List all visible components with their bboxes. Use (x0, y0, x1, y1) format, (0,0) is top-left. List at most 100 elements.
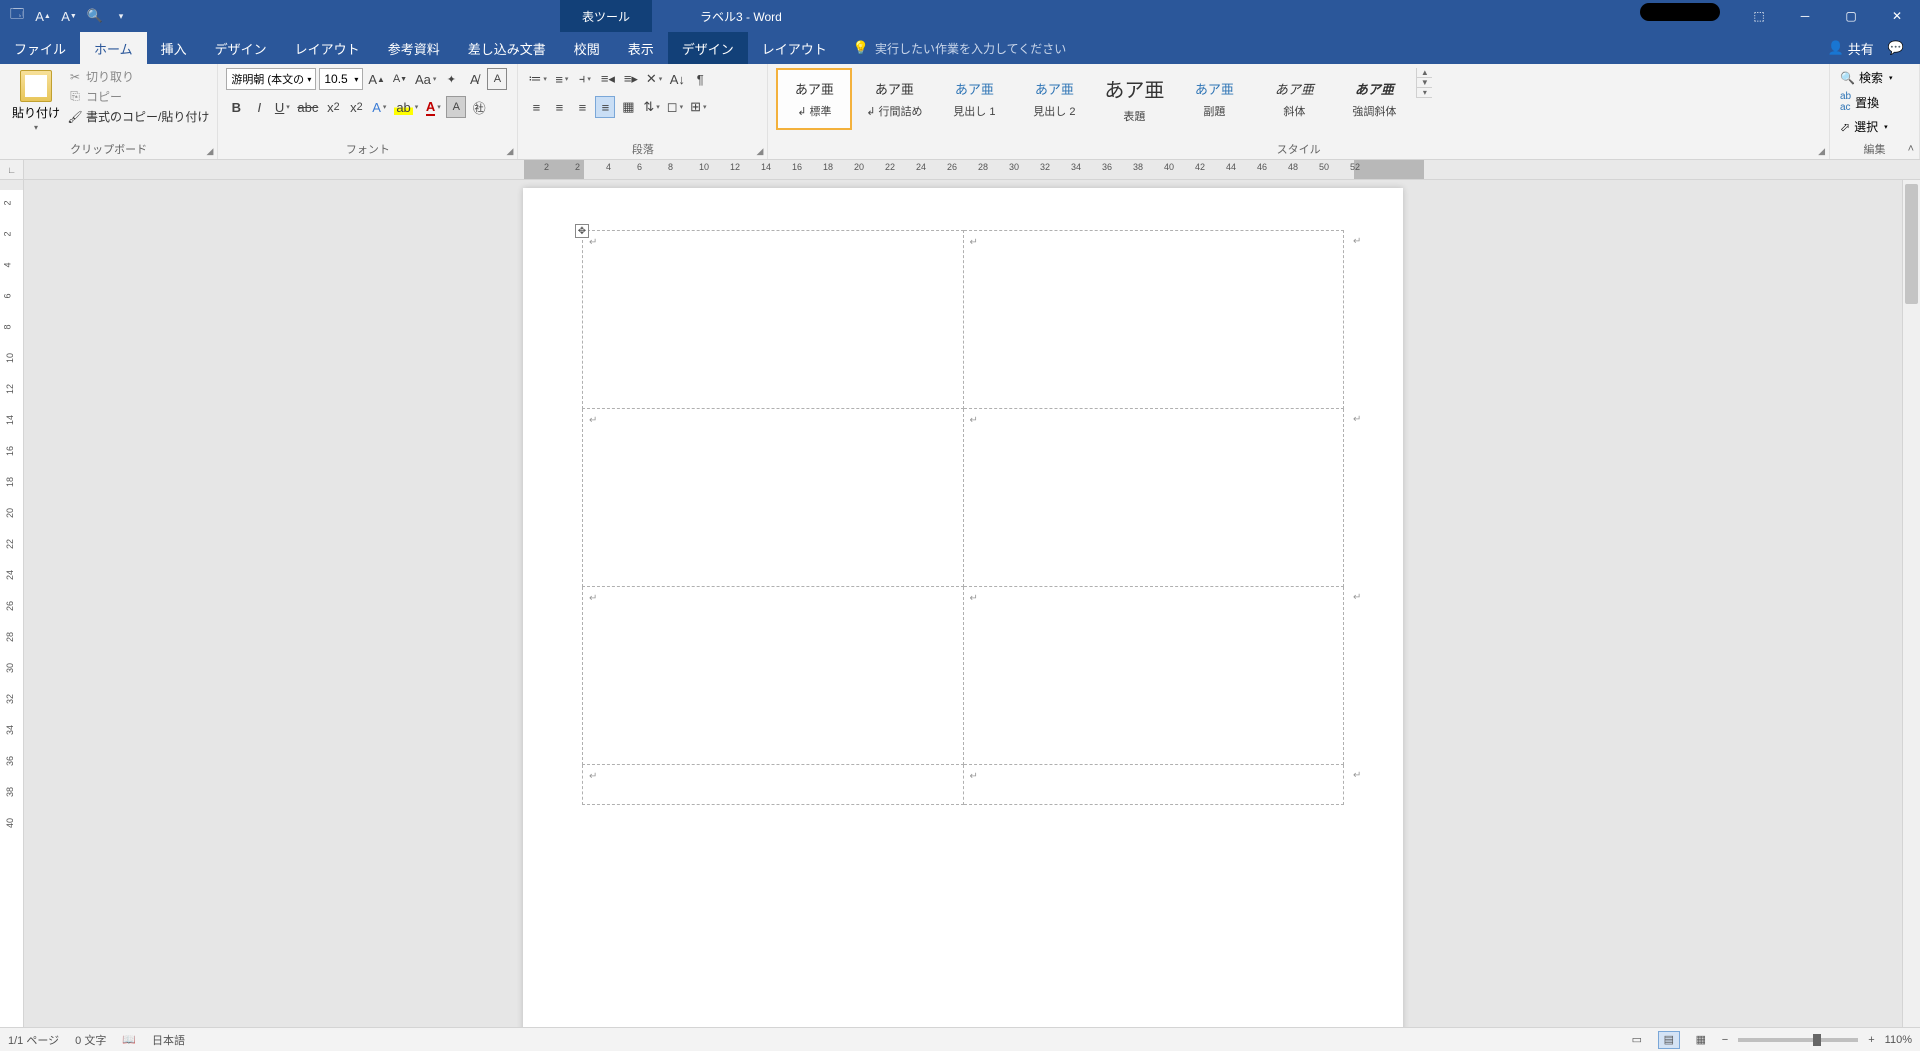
tab-design[interactable]: デザイン (201, 32, 281, 64)
text-effects-button[interactable]: A▾ (369, 96, 389, 118)
font-name-combo[interactable]: 游明朝 (本文の▾ (226, 68, 316, 90)
comments-button[interactable]: 💬 (1888, 40, 1904, 56)
word-count[interactable]: 0 文字 (75, 1032, 106, 1048)
styles-launcher-icon[interactable]: ◢ (1818, 146, 1825, 157)
label-cell[interactable]: ↵ (963, 587, 1344, 765)
zoom-thumb[interactable] (1813, 1034, 1821, 1046)
tab-references[interactable]: 参考資料 (374, 32, 454, 64)
grow-font-button[interactable]: A▲ (366, 68, 387, 90)
tab-home[interactable]: ホーム (80, 32, 147, 64)
page-count[interactable]: 1/1 ページ (8, 1032, 59, 1048)
ribbon-display-options-icon[interactable]: ⬚ (1736, 0, 1782, 32)
replace-button[interactable]: abac置換 (1838, 90, 1894, 114)
minimize-button[interactable]: ─ (1782, 0, 1828, 32)
style-item-0[interactable]: あア亜↲ 標準 (776, 68, 852, 130)
zoom-out-button[interactable]: − (1722, 1034, 1728, 1046)
document-canvas[interactable]: ✥ ↵ ↵ ↵ ↵ ↵ ↵ ↵ ↵ ↵ ↵ (24, 180, 1902, 1027)
bullets-button[interactable]: ≔▾ (526, 68, 549, 90)
line-spacing-button[interactable]: ⇅▾ (641, 96, 661, 118)
style-item-6[interactable]: あア亜斜体 (1256, 68, 1332, 130)
enclose-circle-button[interactable]: ㊓ (469, 96, 489, 118)
style-item-5[interactable]: あア亜副題 (1176, 68, 1252, 130)
spellcheck-icon[interactable]: 📖 (122, 1033, 136, 1046)
format-painter-button[interactable]: 🖌書式のコピー/貼り付け (68, 108, 209, 125)
increase-indent-button[interactable]: ≡▸ (621, 68, 641, 90)
style-item-1[interactable]: あア亜↲ 行間詰め (856, 68, 932, 130)
show-marks-button[interactable]: ¶ (690, 68, 710, 90)
shading-button[interactable]: ◻▾ (665, 96, 685, 118)
find-button[interactable]: 🔍検索▾ (1838, 68, 1894, 87)
horizontal-ruler[interactable]: 2246810121416182022242628303234363840424… (24, 160, 1920, 179)
style-item-2[interactable]: あア亜見出し 1 (936, 68, 1012, 130)
change-case-button[interactable]: Aa▾ (413, 68, 438, 90)
character-shading-button[interactable]: A (446, 96, 466, 118)
align-right-button[interactable]: ≡ (572, 96, 592, 118)
align-left-button[interactable]: ≡ (526, 96, 546, 118)
tab-file[interactable]: ファイル (0, 32, 80, 64)
language-status[interactable]: 日本語 (152, 1032, 185, 1048)
strikethrough-button[interactable]: abc (295, 96, 320, 118)
select-button[interactable]: ⬀選択▾ (1838, 117, 1894, 136)
scrollbar-thumb[interactable] (1905, 184, 1918, 304)
cut-button[interactable]: ✂切り取り (68, 68, 209, 85)
label-cell[interactable]: ↵ (583, 587, 964, 765)
maximize-button[interactable]: ▢ (1828, 0, 1874, 32)
read-mode-button[interactable]: ▭ (1626, 1031, 1648, 1049)
styles-up-icon[interactable]: ▲ (1417, 68, 1432, 78)
label-cell[interactable]: ↵ (963, 231, 1344, 409)
phonetic-guide-button[interactable]: ✦ (441, 68, 461, 90)
borders-button[interactable]: ⊞▾ (688, 96, 708, 118)
clipboard-launcher-icon[interactable]: ◢ (206, 146, 213, 157)
close-button[interactable]: ✕ (1874, 0, 1920, 32)
subscript-button[interactable]: x2 (323, 96, 343, 118)
superscript-button[interactable]: x2 (346, 96, 366, 118)
collapse-ribbon-button[interactable]: ˄ (1908, 143, 1914, 155)
label-cell[interactable]: ↵ (963, 409, 1344, 587)
zoom-slider[interactable] (1738, 1038, 1858, 1042)
qat-customize-icon[interactable]: ▾ (112, 7, 130, 25)
vertical-scrollbar[interactable] (1902, 180, 1920, 1027)
user-account-redacted[interactable] (1640, 3, 1720, 21)
styles-more-icon[interactable]: ▾ (1417, 88, 1432, 98)
style-item-7[interactable]: あア亜強調斜体 (1336, 68, 1412, 130)
font-size-combo[interactable]: 10.5▾ (319, 68, 363, 90)
tab-insert[interactable]: 挿入 (147, 32, 201, 64)
distributed-button[interactable]: ▦ (618, 96, 638, 118)
zoom-in-button[interactable]: + (1868, 1034, 1874, 1046)
zoom-level[interactable]: 110% (1885, 1034, 1912, 1046)
align-center-button[interactable]: ≡ (549, 96, 569, 118)
multilevel-list-button[interactable]: ⫞▾ (575, 68, 595, 90)
ruler-corner[interactable]: ∟ (0, 160, 24, 179)
styles-down-icon[interactable]: ▼ (1417, 78, 1432, 88)
qat-font-shrink-icon[interactable]: A▼ (60, 7, 78, 25)
italic-button[interactable]: I (249, 96, 269, 118)
bold-button[interactable]: B (226, 96, 246, 118)
font-launcher-icon[interactable]: ◢ (506, 146, 513, 157)
decrease-indent-button[interactable]: ≡◂ (598, 68, 618, 90)
align-justify-button[interactable]: ≡ (595, 96, 615, 118)
copy-button[interactable]: ⎘コピー (68, 88, 209, 105)
qat-font-grow-icon[interactable]: A▲ (34, 7, 52, 25)
font-color-button[interactable]: A▾ (423, 96, 443, 118)
paste-button[interactable]: 貼り付け ▾ (8, 68, 64, 134)
tab-review[interactable]: 校閲 (560, 32, 614, 64)
table-move-handle[interactable]: ✥ (575, 224, 589, 238)
tell-me-search[interactable]: 💡 実行したい作業を入力してください (841, 32, 1078, 64)
enclose-characters-button[interactable]: A (487, 68, 507, 90)
print-layout-button[interactable]: ▤ (1658, 1031, 1680, 1049)
tab-table-layout[interactable]: レイアウト (748, 32, 841, 64)
label-cell[interactable]: ↵ (583, 409, 964, 587)
label-table[interactable]: ↵ ↵ ↵ ↵ ↵ ↵ ↵ ↵ (582, 230, 1344, 805)
tab-layout[interactable]: レイアウト (281, 32, 374, 64)
label-cell[interactable]: ↵ (963, 765, 1344, 805)
sort-button[interactable]: A↓ (667, 68, 687, 90)
shrink-font-button[interactable]: A▼ (390, 68, 410, 90)
vertical-ruler[interactable]: 2246810121416182022242628303234363840 (0, 180, 24, 1027)
tab-view[interactable]: 表示 (614, 32, 668, 64)
clear-formatting-button[interactable]: A̸ (464, 68, 484, 90)
asian-layout-button[interactable]: ✕▾ (644, 68, 664, 90)
style-item-4[interactable]: あア亜表題 (1096, 68, 1172, 130)
highlight-button[interactable]: ab▾ (392, 96, 420, 118)
web-layout-button[interactable]: ▦ (1690, 1031, 1712, 1049)
word-icon[interactable]: 🗔 (8, 7, 26, 25)
